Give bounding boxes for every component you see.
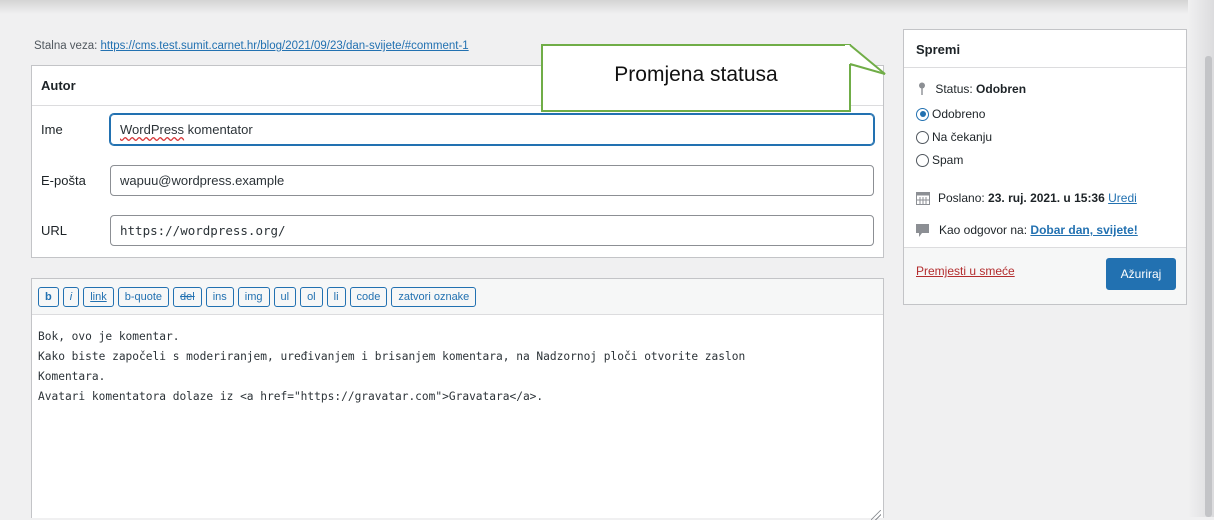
comment-line: Avatari komentatora dolaze iz <a href="h… bbox=[38, 390, 544, 403]
radio-approved-label: Odobreno bbox=[932, 107, 986, 121]
radio-circle[interactable] bbox=[916, 130, 929, 144]
radio-spam-label: Spam bbox=[932, 153, 964, 167]
close-tags-button[interactable]: zatvori oznake bbox=[391, 287, 477, 307]
italic-button[interactable]: i bbox=[62, 287, 80, 307]
radio-approved[interactable]: Odobreno bbox=[916, 107, 985, 121]
bold-button[interactable]: b bbox=[38, 287, 59, 307]
status-label: Status: bbox=[935, 82, 973, 97]
url-row: URL https://wordpress.org/ bbox=[32, 215, 883, 247]
radio-circle[interactable] bbox=[916, 153, 929, 167]
name-label: Ime bbox=[41, 122, 63, 137]
edit-date-link[interactable]: Uredi bbox=[1108, 191, 1137, 205]
update-button[interactable]: Ažuriraj bbox=[1106, 258, 1176, 290]
radio-circle-checked[interactable] bbox=[916, 107, 929, 121]
radio-pending-label: Na čekanju bbox=[932, 130, 993, 144]
calendar-icon bbox=[916, 191, 930, 205]
url-label: URL bbox=[41, 223, 68, 238]
top-shadow bbox=[0, 0, 1214, 14]
comment-line: Kako biste započeli s moderiranjem, uređ… bbox=[38, 350, 746, 363]
reply-line: Kao odgovor na: Dobar dan, svijete! bbox=[916, 223, 1138, 237]
permalink-url[interactable]: https://cms.test.sumit.carnet.hr/blog/20… bbox=[101, 40, 469, 52]
del-button[interactable]: del bbox=[173, 287, 202, 307]
comment-line: Komentara. bbox=[38, 370, 106, 383]
sent-value: 23. ruj. 2021. u 15:36 bbox=[988, 191, 1105, 205]
permalink: Stalna veza: https://cms.test.sumit.carn… bbox=[34, 40, 469, 52]
resize-handle[interactable] bbox=[871, 510, 881, 520]
comment-textarea[interactable]: Bok, ovo je komentar. Kako biste započel… bbox=[32, 315, 883, 407]
name-input[interactable]: WordPress komentator bbox=[110, 114, 874, 145]
move-to-trash-link[interactable]: Premjesti u smeće bbox=[916, 264, 1015, 278]
img-button[interactable]: img bbox=[237, 287, 270, 307]
quicktags-toolbar: b i link b-quote del ins img ul ol li co… bbox=[32, 279, 883, 315]
reply-label: Kao odgovor na: bbox=[939, 223, 1028, 237]
code-button[interactable]: code bbox=[349, 287, 388, 307]
scrollbar[interactable] bbox=[1205, 56, 1212, 517]
blockquote-button[interactable]: b-quote bbox=[117, 287, 170, 307]
pin-icon bbox=[918, 82, 926, 98]
major-publishing-actions: Premjesti u smeće Ažuriraj bbox=[904, 247, 1186, 304]
email-row: E-pošta wapuu@wordpress.example bbox=[32, 165, 883, 197]
sent-label: Poslano: bbox=[938, 191, 985, 205]
reply-post-link[interactable]: Dobar dan, svijete! bbox=[1030, 223, 1137, 237]
name-row: Ime WordPress komentator bbox=[32, 114, 883, 146]
email-label: E-pošta bbox=[41, 173, 86, 188]
li-button[interactable]: li bbox=[326, 287, 346, 307]
radio-pending[interactable]: Na čekanju bbox=[916, 130, 992, 144]
email-input[interactable]: wapuu@wordpress.example bbox=[110, 165, 874, 196]
ul-button[interactable]: ul bbox=[273, 287, 297, 307]
sent-line: Poslano: 23. ruj. 2021. u 15:36 Uredi bbox=[916, 191, 1137, 205]
save-box-title: Spremi bbox=[904, 30, 1186, 68]
callout-pointer bbox=[845, 44, 886, 75]
radio-spam[interactable]: Spam bbox=[916, 153, 963, 167]
callout-box: Promjena statusa bbox=[541, 44, 851, 112]
status-value: Odobren bbox=[976, 82, 1027, 97]
link-button[interactable]: link bbox=[83, 287, 114, 307]
name-value-rest: komentator bbox=[184, 122, 253, 137]
name-value-misspelled: WordPress bbox=[120, 122, 185, 137]
status-line: Status: Odobren bbox=[918, 82, 1026, 98]
comment-bubble-icon bbox=[916, 223, 929, 237]
url-input[interactable]: https://wordpress.org/ bbox=[110, 215, 874, 246]
permalink-label: Stalna veza: bbox=[34, 40, 98, 52]
comment-line: Bok, ovo je komentar. bbox=[38, 330, 180, 343]
callout-text: Promjena statusa bbox=[614, 63, 778, 86]
ins-button[interactable]: ins bbox=[205, 287, 234, 307]
ol-button[interactable]: ol bbox=[300, 287, 323, 307]
save-box: Spremi Status: Odobren Odobreno Na čekan… bbox=[903, 29, 1187, 305]
comment-editor: b i link b-quote del ins img ul ol li co… bbox=[31, 278, 884, 520]
